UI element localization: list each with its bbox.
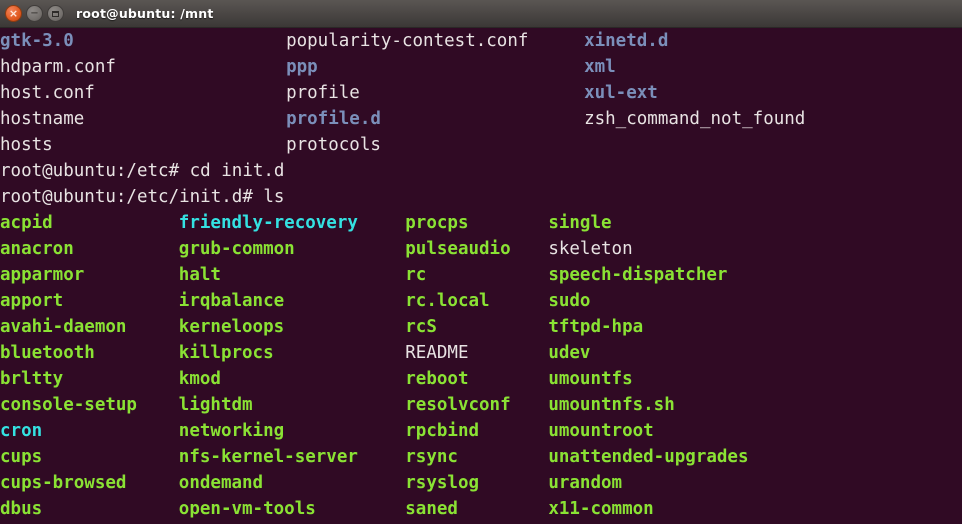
listing-entry-file: hostname	[0, 109, 85, 129]
minimize-button[interactable]: −	[26, 5, 43, 22]
listing-entry-exec: rcS	[405, 317, 437, 337]
terminal-prompt-line: root@ubuntu:/etc/init.d# ls	[0, 184, 962, 210]
listing-entry-exec: cups	[0, 447, 43, 467]
listing-entry-exec: tftpd-hpa	[548, 317, 644, 337]
listing-entry-file: host.conf	[0, 83, 95, 103]
terminal-listing-line: cups nfs-kernel-server rsync unattended-upg…	[0, 444, 962, 470]
close-button[interactable]: ×	[5, 5, 22, 22]
listing-entry-exec: rc.local	[405, 291, 490, 311]
terminal-listing-line: cron networking rpcbind umountroot	[0, 418, 962, 444]
terminal-listing-line: hosts protocols	[0, 132, 962, 158]
terminal-listing-line: anacron grub-common pulseaudio skeleton	[0, 236, 962, 262]
listing-entry-exec: single	[548, 213, 612, 233]
listing-entry-file: popularity-contest.conf	[286, 31, 529, 51]
prompt-text: root@ubuntu:/etc/init.d# ls	[0, 187, 285, 207]
listing-entry-exec: umountfs	[548, 369, 633, 389]
listing-entry-exec: resolvconf	[405, 395, 511, 415]
listing-entry-exec: procps	[405, 213, 469, 233]
listing-entry-exec: bluetooth	[0, 343, 95, 363]
listing-entry-exec: cups-browsed	[0, 473, 127, 493]
listing-entry-file: hdparm.conf	[0, 57, 116, 77]
maximize-button[interactable]	[47, 5, 64, 22]
listing-entry-exec: kmod	[178, 369, 221, 389]
listing-entry-exec: lightdm	[178, 395, 253, 415]
terminal-output-area[interactable]: gtk-3.0 popularity-contest.conf xinetd.d hd…	[0, 28, 962, 524]
terminal-listing-line: apparmor halt rc speech-dispatcher	[0, 262, 962, 288]
listing-entry-exec: saned	[405, 499, 458, 519]
listing-entry-exec: ondemand	[178, 473, 264, 493]
terminal-listing-line: brltty kmod reboot umountfs	[0, 366, 962, 392]
listing-entry-exec: x11-common	[548, 499, 654, 519]
listing-entry-exec: rc	[405, 265, 427, 285]
terminal-listing-line: bluetooth killprocs README udev	[0, 340, 962, 366]
listing-entry-exec: acpid	[0, 213, 53, 233]
window-titlebar[interactable]: × − root@ubuntu: /mnt	[0, 0, 962, 28]
close-icon: ×	[8, 7, 19, 20]
listing-entry-dir: xul-ext	[584, 83, 658, 103]
listing-entry-exec: urandom	[548, 473, 623, 493]
terminal-listing-line: hostname profile.d zsh_command_not_found	[0, 106, 962, 132]
listing-entry-exec: reboot	[405, 369, 469, 389]
listing-entry-exec: avahi-daemon	[0, 317, 127, 337]
terminal-window: × − root@ubuntu: /mnt gtk-3.0 popularity-…	[0, 0, 962, 524]
listing-entry-exec: apparmor	[0, 265, 85, 285]
listing-entry-exec: rsync	[405, 447, 458, 467]
listing-entry-exec: open-vm-tools	[178, 499, 316, 519]
window-controls: × −	[0, 5, 64, 22]
listing-entry-dir: xinetd.d	[584, 31, 669, 51]
listing-entry-exec: unattended-upgrades	[548, 447, 749, 467]
listing-entry-exec: killprocs	[178, 343, 274, 363]
listing-entry-file: hosts	[0, 135, 53, 155]
listing-entry-exec: pulseaudio	[405, 239, 511, 259]
listing-entry-exec: console-setup	[0, 395, 137, 415]
terminal-listing-line: acpid friendly-recovery procps single	[0, 210, 962, 236]
listing-entry-dir: ppp	[286, 57, 318, 77]
listing-entry-file: README	[405, 343, 469, 363]
window-title: root@ubuntu: /mnt	[76, 6, 214, 21]
listing-entry-dir: gtk-3.0	[0, 31, 74, 51]
listing-entry-file: protocols	[286, 135, 381, 155]
listing-entry-exec: apport	[0, 291, 64, 311]
listing-entry-exec: irqbalance	[178, 291, 285, 311]
listing-entry-exec: kerneloops	[178, 317, 285, 337]
terminal-listing-line: gtk-3.0 popularity-contest.conf xinetd.d	[0, 28, 962, 54]
listing-entry-file: skeleton	[548, 239, 633, 259]
listing-entry-exec: speech-dispatcher	[548, 265, 728, 285]
terminal-listing-line: avahi-daemon kerneloops rcS tftpd-hpa	[0, 314, 962, 340]
listing-entry-file: zsh_command_not_found	[584, 109, 806, 129]
listing-entry-exec: umountnfs.sh	[548, 395, 675, 415]
terminal-listing-line: apport irqbalance rc.local sudo	[0, 288, 962, 314]
terminal-listing-line: host.conf profile xul-ext	[0, 80, 962, 106]
terminal-listing-line: cups-browsed ondemand rsyslog urandom	[0, 470, 962, 496]
listing-entry-exec: nfs-kernel-server	[178, 447, 358, 467]
maximize-icon	[52, 10, 59, 17]
terminal-listing-line: hdparm.conf ppp xml	[0, 54, 962, 80]
listing-entry-exec: dbus	[0, 499, 43, 519]
listing-entry-exec: umountroot	[548, 421, 654, 441]
listing-entry-exec: anacron	[0, 239, 74, 259]
listing-entry-dir: profile.d	[286, 109, 381, 129]
prompt-text: root@ubuntu:/etc# cd init.d	[0, 161, 285, 181]
terminal-prompt-line: root@ubuntu:/etc# cd init.d	[0, 158, 962, 184]
listing-entry-exec: networking	[178, 421, 285, 441]
listing-entry-file: profile	[286, 83, 360, 103]
listing-entry-exec: udev	[548, 343, 591, 363]
listing-entry-exec: halt	[178, 265, 221, 285]
listing-entry-dir: xml	[584, 57, 616, 77]
minimize-icon: −	[30, 7, 39, 19]
listing-entry-exec: sudo	[548, 291, 591, 311]
listing-entry-exec: brltty	[0, 369, 64, 389]
listing-entry-exec: rpcbind	[405, 421, 480, 441]
listing-entry-exec: grub-common	[178, 239, 295, 259]
listing-entry-exec: rsyslog	[405, 473, 480, 493]
terminal-listing-line: dbus open-vm-tools saned x11-common	[0, 496, 962, 522]
listing-entry-link: cron	[0, 421, 43, 441]
terminal-listing-line: console-setup lightdm resolvconf umountnfs.…	[0, 392, 962, 418]
listing-entry-link: friendly-recovery	[178, 213, 358, 233]
